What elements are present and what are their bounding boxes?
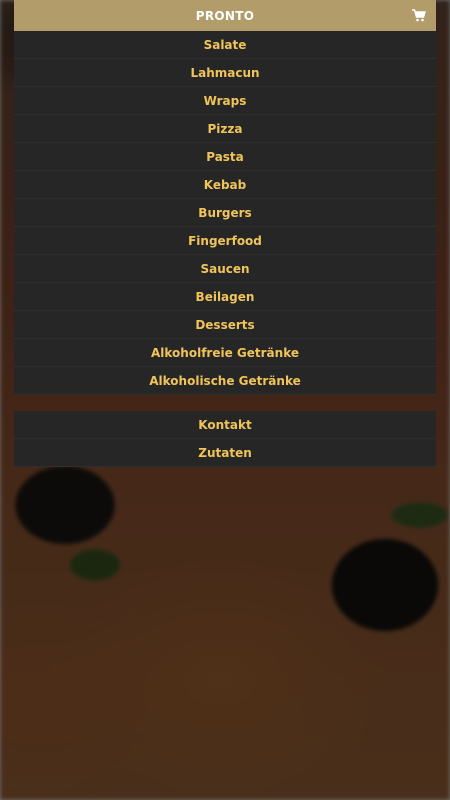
- menu-item-saucen[interactable]: Saucen: [14, 255, 436, 283]
- menu-item-kebab[interactable]: Kebab: [14, 171, 436, 199]
- brand-title: PRONTO: [195, 8, 255, 23]
- menu-item-zutaten[interactable]: Zutaten: [14, 439, 436, 467]
- menu-item-alkoholfreie-getraenke[interactable]: Alkoholfreie Getränke: [14, 339, 436, 367]
- menu-header: PRONTO: [14, 0, 436, 31]
- menu-item-kontakt[interactable]: Kontakt: [14, 411, 436, 439]
- menu-item-beilagen[interactable]: Beilagen: [14, 283, 436, 311]
- menu-item-fingerfood[interactable]: Fingerfood: [14, 227, 436, 255]
- navigation-menu: PRONTO Salate Lahmacun Wraps Pizza Pasta…: [14, 0, 436, 467]
- cart-icon[interactable]: [412, 9, 426, 22]
- menu-item-pasta[interactable]: Pasta: [14, 143, 436, 171]
- menu-item-burgers[interactable]: Burgers: [14, 199, 436, 227]
- menu-item-salate[interactable]: Salate: [14, 31, 436, 59]
- menu-spacer: [14, 395, 436, 411]
- menu-item-pizza[interactable]: Pizza: [14, 115, 436, 143]
- menu-item-desserts[interactable]: Desserts: [14, 311, 436, 339]
- menu-item-wraps[interactable]: Wraps: [14, 87, 436, 115]
- menu-item-lahmacun[interactable]: Lahmacun: [14, 59, 436, 87]
- menu-item-alkoholische-getraenke[interactable]: Alkoholische Getränke: [14, 367, 436, 395]
